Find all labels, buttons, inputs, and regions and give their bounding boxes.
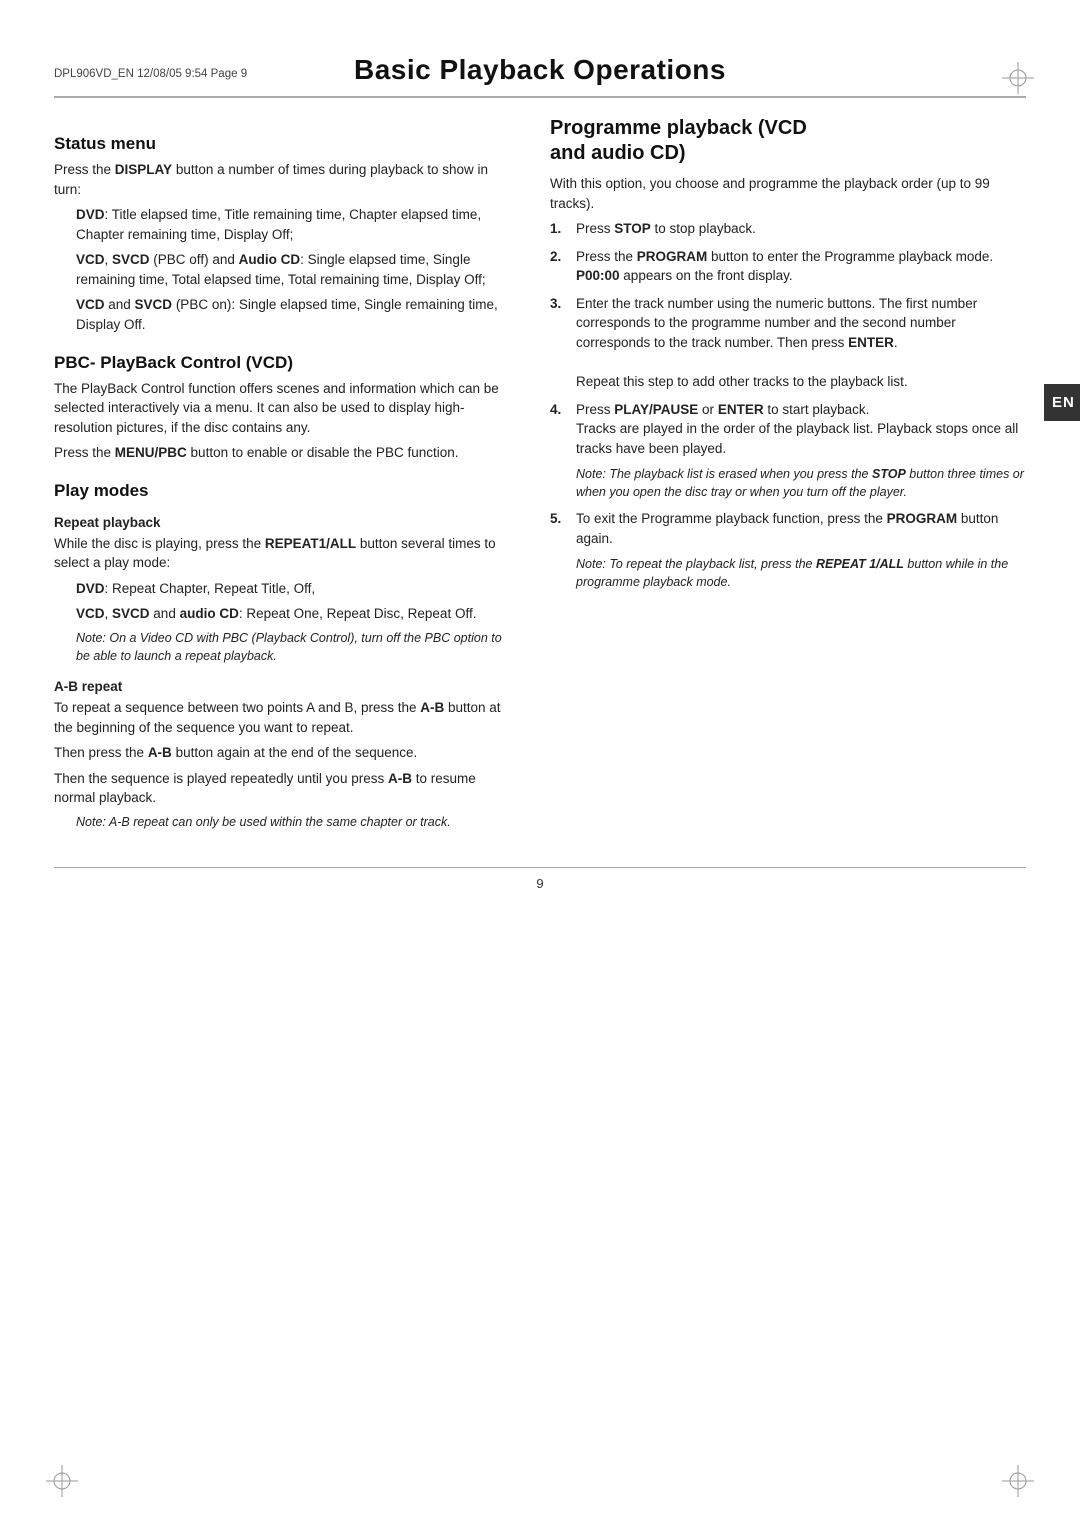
title-rule xyxy=(54,96,1026,98)
file-header: DPL906VD_EN 12/08/05 9:54 Page 9 xyxy=(54,68,247,80)
pbc-para2: Press the MENU/PBC button to enable or d… xyxy=(54,443,514,463)
step-content-3: Enter the track number using the numeric… xyxy=(576,294,1026,392)
step-content-1: Press STOP to stop playback. xyxy=(576,219,1026,239)
reg-mark-top-right xyxy=(1000,60,1036,96)
ab-para2: Then press the A-B button again at the e… xyxy=(54,743,514,763)
step-num-1: 1. xyxy=(550,219,568,239)
repeat-para: While the disc is playing, press the REP… xyxy=(54,534,514,573)
step-num-5: 5. xyxy=(550,509,568,548)
bottom-rule xyxy=(54,867,1026,868)
dvd-repeat: DVD: Repeat Chapter, Repeat Title, Off, xyxy=(76,579,514,599)
programme-step-5: 5. To exit the Programme playback functi… xyxy=(550,509,1026,548)
page-wrapper: DPL906VD_EN 12/08/05 9:54 Page 9 EN Basi… xyxy=(0,54,1080,1527)
programme-steps-cont: 5. To exit the Programme playback functi… xyxy=(550,509,1026,548)
page-number: 9 xyxy=(0,876,1080,891)
step-content-4: Press PLAY/PAUSE or ENTER to start playb… xyxy=(576,400,1026,459)
vcd-repeat: VCD, SVCD and audio CD: Repeat One, Repe… xyxy=(76,604,514,624)
status-menu-vcd2: VCD and SVCD (PBC on): Single elapsed ti… xyxy=(76,295,514,334)
step-content-5: To exit the Programme playback function,… xyxy=(576,509,1026,548)
ab-repeat-heading: A-B repeat xyxy=(54,679,514,694)
step-content-2: Press the PROGRAM button to enter the Pr… xyxy=(576,247,1026,286)
programme-note-5: Note: To repeat the playback list, press… xyxy=(576,556,1026,591)
en-tab: EN xyxy=(1044,384,1080,421)
status-menu-intro: Press the DISPLAY button a number of tim… xyxy=(54,160,514,199)
programme-heading: Programme playback (VCDand audio CD) xyxy=(550,116,1026,166)
status-menu-dvd: DVD: Title elapsed time, Title remaining… xyxy=(76,205,514,244)
reg-mark-bottom-left xyxy=(44,1463,80,1499)
status-menu-vcd: VCD, SVCD (PBC off) and Audio CD: Single… xyxy=(76,250,514,289)
reg-mark-bottom-right xyxy=(1000,1463,1036,1499)
ab-para1: To repeat a sequence between two points … xyxy=(54,698,514,737)
play-modes-heading: Play modes xyxy=(54,481,514,501)
programme-step-4: 4. Press PLAY/PAUSE or ENTER to start pl… xyxy=(550,400,1026,459)
step-num-3: 3. xyxy=(550,294,568,392)
programme-step-2: 2. Press the PROGRAM button to enter the… xyxy=(550,247,1026,286)
programme-step-1: 1. Press STOP to stop playback. xyxy=(550,219,1026,239)
repeat-note: Note: On a Video CD with PBC (Playback C… xyxy=(76,630,514,665)
repeat-playback-heading: Repeat playback xyxy=(54,515,514,530)
ab-note: Note: A-B repeat can only be used within… xyxy=(76,814,514,832)
programme-note-4: Note: The playback list is erased when y… xyxy=(576,466,1026,501)
step-num-2: 2. xyxy=(550,247,568,286)
programme-intro: With this option, you choose and program… xyxy=(550,174,1026,213)
programme-steps: 1. Press STOP to stop playback. 2. Press… xyxy=(550,219,1026,458)
ab-para3: Then the sequence is played repeatedly u… xyxy=(54,769,514,808)
programme-step-3: 3. Enter the track number using the nume… xyxy=(550,294,1026,392)
pbc-para1: The PlayBack Control function offers sce… xyxy=(54,379,514,438)
status-menu-heading: Status menu xyxy=(54,134,514,154)
content-columns: Status menu Press the DISPLAY button a n… xyxy=(0,116,1080,837)
pbc-heading: PBC- PlayBack Control (VCD) xyxy=(54,353,514,373)
step-num-4: 4. xyxy=(550,400,568,459)
left-column: Status menu Press the DISPLAY button a n… xyxy=(54,116,514,837)
right-column: Programme playback (VCDand audio CD) Wit… xyxy=(550,116,1026,837)
